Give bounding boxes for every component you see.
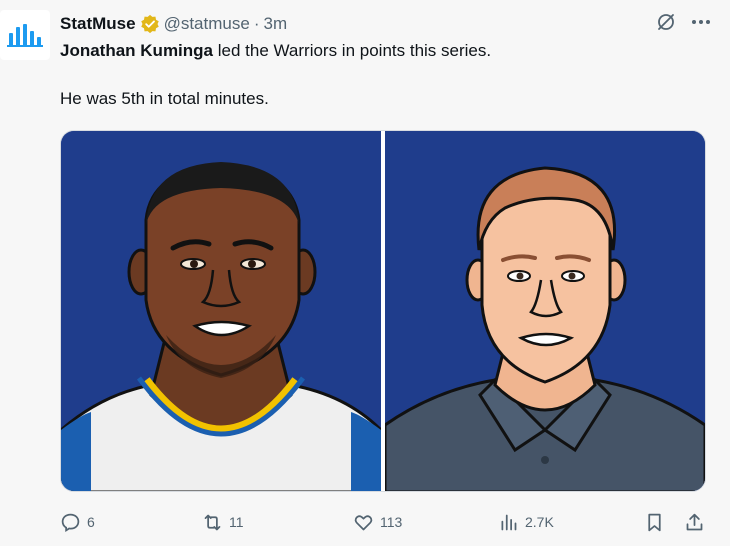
tweet-text: Jonathan Kuminga led the Warriors in poi… xyxy=(60,40,710,110)
verified-badge-icon xyxy=(140,14,159,34)
retweet-icon xyxy=(204,514,221,530)
media-image-right[interactable] xyxy=(385,131,705,491)
share-icon xyxy=(686,513,703,530)
player-illustration xyxy=(61,131,381,491)
tweet-actions: 6 11 113 2.7K xyxy=(60,508,710,536)
like-button[interactable]: 113 xyxy=(353,512,402,533)
like-icon xyxy=(354,514,373,530)
reply-icon xyxy=(61,513,80,532)
statmuse-logo xyxy=(7,24,43,47)
separator: · xyxy=(253,14,260,33)
views-count: 2.7K xyxy=(525,514,554,530)
coach-illustration xyxy=(385,131,705,491)
like-count: 113 xyxy=(380,514,403,530)
author-name[interactable]: StatMuse xyxy=(60,14,136,34)
reply-count: 6 xyxy=(87,514,95,530)
views-icon xyxy=(501,514,517,530)
reply-button[interactable]: 6 xyxy=(60,512,95,533)
retweet-count: 11 xyxy=(229,514,244,530)
more-icon[interactable] xyxy=(690,12,712,32)
tweet-line-1: Jonathan Kuminga led the Warriors in poi… xyxy=(60,40,710,62)
grok-icon[interactable] xyxy=(656,12,676,32)
bookmark-button[interactable] xyxy=(644,512,665,533)
media-image-left[interactable] xyxy=(61,131,381,491)
share-button[interactable] xyxy=(684,512,705,533)
bookmark-icon xyxy=(648,513,661,531)
author-handle[interactable]: @statmuse xyxy=(164,14,250,34)
tweet-header: StatMuse @statmuse · 3m xyxy=(60,13,287,35)
tweet-top-actions xyxy=(656,12,712,32)
timestamp[interactable]: 3m xyxy=(263,14,287,34)
views-button[interactable]: 2.7K xyxy=(498,512,554,533)
player-mention: Jonathan Kuminga xyxy=(60,41,214,60)
avatar[interactable] xyxy=(0,10,50,60)
tweet-line-1-rest: led the Warriors in points this series. xyxy=(213,41,492,60)
tweet-media[interactable] xyxy=(60,130,706,492)
retweet-button[interactable]: 11 xyxy=(202,512,244,533)
tweet-line-2: He was 5th in total minutes. xyxy=(60,89,269,108)
